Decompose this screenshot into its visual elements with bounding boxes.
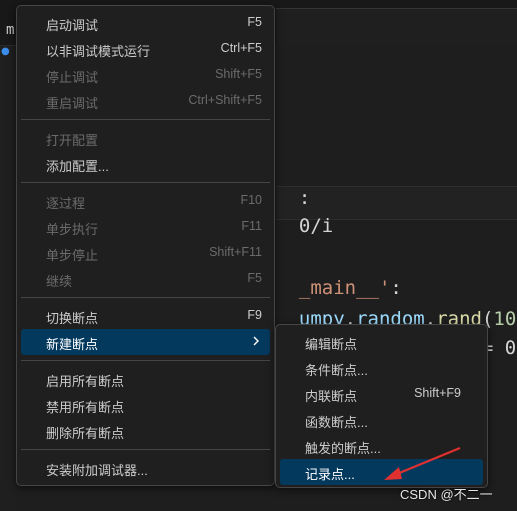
menu-item-restart-debugging[interactable]: 重启调试 Ctrl+Shift+F5 [21, 88, 270, 114]
menu-item-step-out[interactable]: 单步停止 Shift+F11 [21, 240, 270, 266]
editor-tab-active[interactable] [276, 8, 517, 46]
code-token: 0/i [298, 215, 334, 237]
menu-item-label: 逐过程 [46, 196, 86, 211]
menu-item-label: 禁用所有断点 [46, 400, 125, 415]
menu-item-label: 删除所有断点 [46, 426, 125, 441]
menu-item-label: 单步停止 [46, 248, 99, 263]
submenu-item-label: 记录点... [305, 467, 355, 482]
watermark: CSDN @不二一 [400, 487, 493, 502]
menu-item-label: 打开配置 [46, 133, 99, 148]
menu-item-label: 新建断点 [46, 337, 99, 352]
menu-item-label: 添加配置... [46, 159, 109, 174]
submenu-item-label: 内联断点 [305, 389, 358, 404]
menu-item-label: 重启调试 [46, 96, 99, 111]
menu-item-start-debugging[interactable]: 启动调试 F5 [21, 10, 270, 36]
python-file-icon: ● [1, 46, 10, 57]
chevron-right-icon [253, 336, 259, 346]
run-menu: 启动调试 F5 以非调试模式运行 Ctrl+F5 停止调试 Shift+F5 重… [16, 5, 275, 486]
menu-item-install-additional-debuggers[interactable]: 安装附加调试器... [21, 455, 270, 481]
menu-item-run-without-debugging[interactable]: 以非调试模式运行 Ctrl+F5 [21, 36, 270, 62]
menu-item-shortcut: Ctrl+F5 [220, 41, 262, 55]
new-breakpoint-submenu: 编辑断点 条件断点... 内联断点 Shift+F9 函数断点... 触发的断点… [275, 324, 488, 488]
menu-item-shortcut: F10 [240, 193, 262, 207]
menu-item-shortcut: F5 [247, 271, 262, 285]
submenu-item-function-breakpoint[interactable]: 函数断点... [280, 407, 483, 433]
menu-item-step-over[interactable]: 逐过程 F10 [21, 188, 270, 214]
menu-item-add-configuration[interactable]: 添加配置... [21, 151, 270, 177]
menu-separator [21, 119, 270, 120]
menu-item-label: 单步执行 [46, 222, 99, 237]
menu-item-remove-all-breakpoints[interactable]: 删除所有断点 [21, 418, 270, 444]
submenu-item-logpoint[interactable]: 记录点... [280, 459, 483, 485]
menu-item-new-breakpoint[interactable]: 新建断点 [21, 329, 270, 355]
menu-item-disable-all-breakpoints[interactable]: 禁用所有断点 [21, 392, 270, 418]
menu-item-label: 继续 [46, 274, 73, 289]
submenu-item-triggered-breakpoint[interactable]: 触发的断点... [280, 433, 483, 459]
menu-item-open-configurations[interactable]: 打开配置 [21, 125, 270, 151]
submenu-item-conditional-breakpoint[interactable]: 条件断点... [280, 355, 483, 381]
menu-item-shortcut: F9 [247, 308, 262, 322]
menu-item-step-into[interactable]: 单步执行 F11 [21, 214, 270, 240]
submenu-item-label: 函数断点... [305, 415, 368, 430]
code-line-2[interactable]: 0/i [276, 190, 333, 238]
menu-item-shortcut: Shift+F5 [215, 67, 262, 81]
submenu-item-edit-breakpoint[interactable]: 编辑断点 [280, 329, 483, 355]
menu-item-label: 启用所有断点 [46, 374, 125, 389]
menu-item-label: 以非调试模式运行 [46, 44, 151, 59]
menu-separator [21, 449, 270, 450]
editor-tab-label[interactable]: m [6, 22, 14, 38]
menu-item-shortcut: F11 [241, 219, 262, 233]
menu-item-shortcut: Ctrl+Shift+F5 [188, 93, 262, 107]
menu-separator [21, 360, 270, 361]
menu-item-shortcut: F5 [247, 15, 262, 29]
submenu-item-inline-breakpoint[interactable]: 内联断点 Shift+F9 [280, 381, 483, 407]
submenu-item-label: 条件断点... [305, 363, 368, 378]
editor-gutter [0, 46, 16, 511]
menu-separator [21, 297, 270, 298]
menu-item-label: 切换断点 [46, 311, 99, 326]
submenu-item-shortcut: Shift+F9 [414, 386, 461, 400]
submenu-item-label: 触发的断点... [305, 441, 381, 456]
menu-item-label: 启动调试 [46, 18, 99, 33]
menu-item-label: 安装附加调试器... [46, 463, 148, 478]
menu-separator [21, 182, 270, 183]
menu-item-continue[interactable]: 继续 F5 [21, 266, 270, 292]
menu-item-toggle-breakpoint[interactable]: 切换断点 F9 [21, 303, 270, 329]
menu-item-label: 停止调试 [46, 70, 99, 85]
menu-item-shortcut: Shift+F11 [209, 245, 262, 259]
submenu-item-label: 编辑断点 [305, 337, 358, 352]
menu-item-stop-debugging[interactable]: 停止调试 Shift+F5 [21, 62, 270, 88]
menu-item-enable-all-breakpoints[interactable]: 启用所有断点 [21, 366, 270, 392]
